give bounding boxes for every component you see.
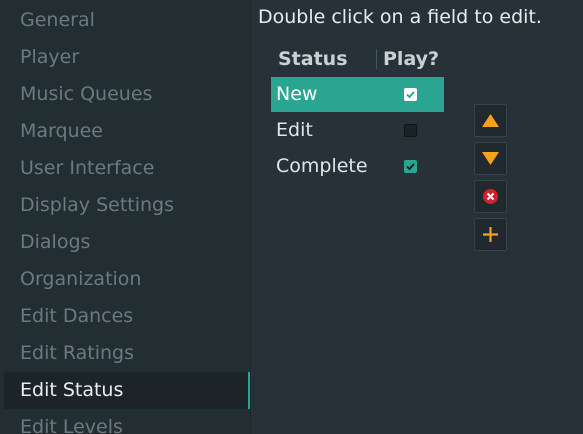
sidebar-item-player[interactable]: Player — [4, 39, 250, 76]
sidebar-item-display-settings[interactable]: Display Settings — [4, 187, 250, 224]
arrow-down-icon — [482, 152, 499, 165]
sidebar-item-dialogs[interactable]: Dialogs — [4, 224, 250, 261]
checkmark-icon — [406, 91, 415, 99]
sidebar-item-edit-dances[interactable]: Edit Dances — [4, 298, 250, 335]
play-checkbox[interactable] — [404, 124, 417, 137]
edit-hint: Double click on a field to edit. — [258, 6, 542, 28]
checkmark-icon — [406, 163, 415, 171]
preferences-window: General Player Music Queues Marquee User… — [0, 0, 583, 434]
status-cell[interactable]: Complete — [276, 149, 368, 184]
column-header-play[interactable]: Play? — [383, 46, 439, 72]
table-row[interactable]: Edit — [271, 113, 444, 148]
sidebar-item-marquee[interactable]: Marquee — [4, 113, 250, 150]
sidebar-item-edit-ratings[interactable]: Edit Ratings — [4, 335, 250, 372]
sidebar-item-edit-status[interactable]: Edit Status — [4, 372, 250, 409]
play-checkbox[interactable] — [404, 88, 417, 101]
add-button[interactable] — [474, 218, 507, 251]
column-divider — [376, 49, 377, 69]
play-checkbox[interactable] — [404, 160, 417, 173]
move-up-button[interactable] — [474, 104, 507, 137]
delete-icon — [483, 189, 498, 204]
sidebar-item-user-interface[interactable]: User Interface — [4, 150, 250, 187]
sidebar-item-music-queues[interactable]: Music Queues — [4, 76, 250, 113]
sidebar: General Player Music Queues Marquee User… — [0, 0, 251, 434]
column-header-status[interactable]: Status — [278, 46, 348, 72]
sidebar-item-general[interactable]: General — [4, 2, 250, 39]
move-down-button[interactable] — [474, 142, 507, 175]
plus-icon — [483, 227, 498, 242]
status-cell[interactable]: New — [276, 77, 317, 112]
table-row[interactable]: New — [271, 77, 444, 112]
sidebar-item-organization[interactable]: Organization — [4, 261, 250, 298]
table-row[interactable]: Complete — [271, 149, 444, 184]
sidebar-item-edit-levels[interactable]: Edit Levels — [4, 409, 250, 434]
delete-button[interactable] — [474, 180, 507, 213]
status-cell[interactable]: Edit — [276, 113, 313, 148]
arrow-up-icon — [482, 114, 499, 127]
